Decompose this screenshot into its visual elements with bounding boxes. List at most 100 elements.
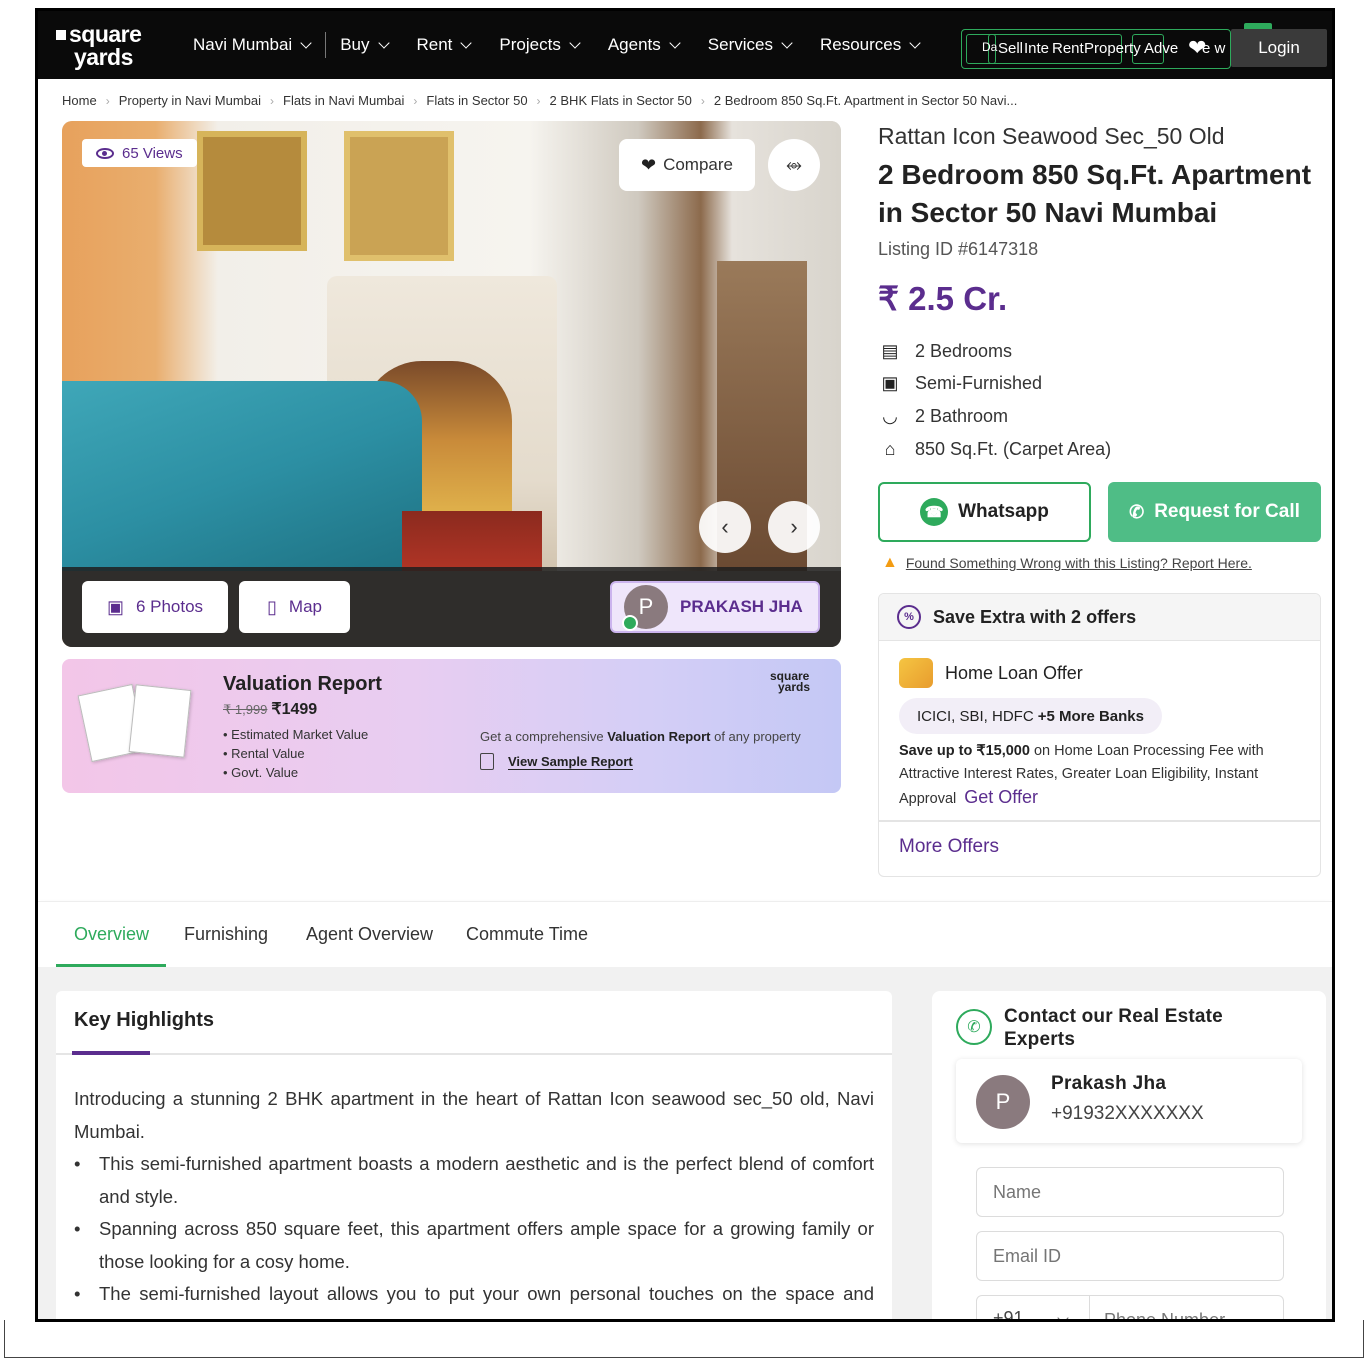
request-call-label: Request for Call [1154,501,1300,522]
offers-header: % Save Extra with 2 offers [879,594,1320,641]
nav-property-label[interactable]: Property [1084,40,1141,57]
key-highlights-text: Introducing a stunning 2 BHK apartment i… [74,1083,874,1319]
tab-overview[interactable]: Overview [74,924,149,945]
contact-title: Contact our Real Estate Experts [1004,1006,1223,1050]
divider [56,1053,892,1055]
valuation-new-price: ₹1499 [271,701,318,718]
compare-button[interactable]: ❤ Compare [619,139,755,191]
chevron-down-icon [1057,1312,1069,1319]
nav-cluster-label: Inte [1024,40,1050,57]
photos-button[interactable]: ▣ 6 Photos [82,581,228,633]
tab-agent-overview[interactable]: Agent Overview [306,924,433,945]
list-item: Rental Value [223,744,368,763]
nav-buy[interactable]: Buy [340,35,390,55]
get-offer-link[interactable]: Get Offer [964,787,1038,807]
feature-bedrooms: ▤ 2 Bedrooms [878,335,1111,368]
request-call-button[interactable]: ✆ Request for Call [1108,482,1321,542]
chevron-down-icon [460,36,473,49]
tab-commute-time[interactable]: Commute Time [466,924,588,945]
breadcrumb-property-navi-mumbai[interactable]: Property in Navi Mumbai [119,93,261,108]
feature-furnishing: ▣ Semi-Furnished [878,368,1111,401]
report-listing-link[interactable]: ▲ Found Something Wrong with this Listin… [882,554,1252,572]
divider [879,820,1320,822]
valuation-price: ₹ 1,999 ₹1499 [223,699,317,719]
photos-label: 6 Photos [135,597,204,616]
prev-photo-button[interactable]: ‹ [699,501,751,553]
chevron-right-icon: › [536,93,541,108]
nav-rent-label[interactable]: Rent [1052,40,1084,57]
discount-badge-icon: % [897,605,921,629]
email-field[interactable] [976,1231,1284,1281]
whatsapp-button[interactable]: ☎ Whatsapp [878,482,1091,542]
wishlist-heart-icon[interactable]: ❤ [1188,37,1212,61]
report-thumbnail-image [77,683,192,763]
list-item: Govt. Value [223,763,368,782]
nav-projects[interactable]: Projects [499,35,581,55]
breadcrumb-flats-sector-50[interactable]: Flats in Sector 50 [426,93,527,108]
share-button[interactable]: ⥈ [768,139,820,191]
breadcrumb-home[interactable]: Home [62,93,97,108]
banks-chip: ICICI, SBI, HDFC +5 More Banks [899,698,1162,734]
breadcrumb-flats-navi-mumbai[interactable]: Flats in Navi Mumbai [283,93,404,108]
phone-icon: ✆ [1129,501,1145,522]
project-name[interactable]: Rattan Icon Seawood Sec_50 Old [878,123,1225,150]
chevron-right-icon: › [270,93,275,108]
view-sample-report-link[interactable]: View Sample Report [480,753,633,770]
squareyards-logo[interactable]: square yards [56,23,166,71]
breadcrumb: Home › Property in Navi Mumbai › Flats in … [62,93,1017,108]
warning-icon: ▲ [882,554,898,571]
nav-city-select[interactable]: Navi Mumbai [193,35,312,55]
valuation-report-banner[interactable]: Valuation Report ₹ 1,999₹1499 Estimated … [62,659,841,793]
tab-furnishing[interactable]: Furnishing [184,924,268,945]
feature-area: ⌂ 850 Sq.Ft. (Carpet Area) [878,433,1112,466]
browser-viewport: square yards Navi Mumbai Buy Rent Projec… [35,8,1335,1322]
phone-input-row: +91 [976,1295,1284,1319]
nav-resources[interactable]: Resources [820,35,921,55]
views-badge: 65 Views [82,139,197,167]
photo-detail [344,131,454,261]
property-title: 2 Bedroom 850 Sq.Ft. Apartment in Sector… [878,159,1312,228]
nav-sell-label[interactable]: Sell [998,40,1023,57]
heart-icon: ❤ [640,154,657,175]
page-border [4,1320,1364,1358]
chevron-down-icon [300,36,312,49]
chevron-down-icon [909,36,921,49]
link-label: View Sample Report [508,753,633,770]
chevron-down-icon [781,36,793,49]
whatsapp-label: Whatsapp [958,501,1049,522]
login-button[interactable]: Login [1231,29,1327,67]
list-item: Spanning across 850 square feet, this ap… [74,1213,874,1278]
offers-card: % Save Extra with 2 offers Home Loan Off… [878,593,1321,877]
name-field[interactable] [976,1167,1284,1217]
breadcrumb-2bhk-sector-50[interactable]: 2 BHK Flats in Sector 50 [550,93,692,108]
nav-advertise-label[interactable]: Adve [1144,40,1178,57]
photo-detail [62,381,422,581]
map-button[interactable]: ▯ Map [239,581,350,633]
agent-name: Prakash Jha [1051,1073,1167,1094]
list-item: This semi-furnished apartment boasts a m… [74,1148,874,1213]
nav-agents[interactable]: Agents [608,35,681,55]
breadcrumb-current: 2 Bedroom 850 Sq.Ft. Apartment in Sector… [713,93,1018,108]
more-offers-link[interactable]: More Offers [899,836,999,858]
home-icon: ⌂ [884,438,896,459]
detail-tabs: Overview Furnishing Agent Overview Commu… [38,901,1332,967]
property-price: ₹ 2.5 Cr. [878,280,1008,317]
agent-button[interactable]: P PRAKASH JHA [610,581,820,633]
key-highlights-card: Key Highlights Introducing a stunning 2 … [56,991,892,1319]
eye-icon [96,147,114,159]
phone-number-field[interactable] [1090,1295,1284,1319]
country-code-select[interactable]: +91 [976,1295,1090,1319]
nav-services[interactable]: Services [708,35,793,55]
property-photo-gallery[interactable]: 65 Views ❤ Compare ⥈ ‹ › ▣ 6 Photos ▯ Ma… [62,121,841,647]
agent-avatar: P [622,585,668,631]
nav-rent[interactable]: Rent [417,35,473,55]
agent-phone: +91932XXXXXXX [1051,1103,1204,1124]
next-photo-button[interactable]: › [768,501,820,553]
phone-icon: ✆ [956,1009,992,1045]
valuation-title: Valuation Report [223,673,382,695]
squareyards-small-logo: square yards [770,669,811,694]
offers-heading: Save Extra with 2 offers [933,606,1137,627]
whatsapp-status-icon [622,615,638,631]
nav-cluster-label: Da [982,40,998,54]
chevron-right-icon: › [700,93,705,108]
